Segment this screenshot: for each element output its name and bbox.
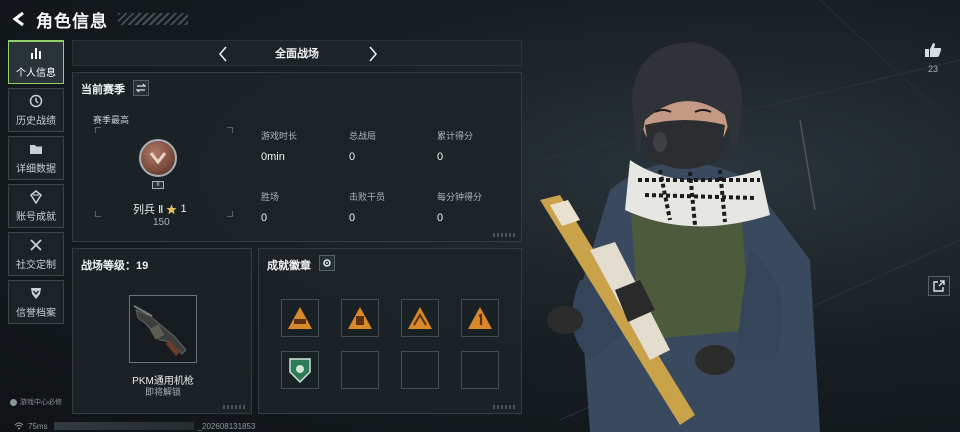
shield-emblem-icon	[289, 358, 311, 384]
wifi-icon	[14, 422, 24, 430]
like-count: 23	[927, 64, 938, 74]
sidebar-item-label: 账号成就	[16, 211, 56, 223]
level-title: 战场等级：19	[81, 260, 149, 272]
rank-name: 列兵 Ⅱ 1	[133, 201, 187, 217]
sidebar: 个人信息 历史战绩 详细数据 账号成就 社交定制 信誉档案	[8, 40, 64, 328]
badge-slot-empty[interactable]	[401, 351, 439, 389]
rank-sub-tier: II	[152, 181, 164, 189]
rank-emblem-icon	[139, 139, 177, 177]
achievement-badges-panel: 成就徽章	[258, 248, 522, 414]
stat-kills: 击败干员 0	[349, 192, 386, 224]
mode-next-button[interactable]	[363, 44, 383, 64]
share-icon	[933, 280, 945, 292]
badges-settings-button[interactable]	[319, 255, 335, 271]
stat-total-score: 累计得分 0	[437, 131, 474, 163]
stat-wins: 胜场 0	[261, 192, 280, 224]
share-button[interactable]	[928, 276, 950, 296]
season-highest-label: 赛季最高	[93, 115, 130, 125]
page-title: 角色信息	[36, 11, 108, 31]
machine-gun-icon	[133, 305, 187, 356]
back-arrow-icon	[12, 11, 24, 27]
weapon-status: 即将解锁	[144, 387, 181, 397]
support-hint[interactable]: 游戏中心必修	[10, 397, 62, 407]
history-clock-icon	[29, 94, 43, 107]
rank-title: 列兵 Ⅱ	[133, 204, 164, 216]
mode-selector: 全面战场	[72, 40, 522, 66]
sidebar-item-credit[interactable]: 信誉档案	[8, 280, 64, 324]
gear-icon	[323, 259, 331, 267]
panel-decoration	[493, 405, 515, 409]
badge-slot-4[interactable]	[461, 299, 499, 337]
rank-score: 150	[153, 217, 170, 228]
battlefield-level-panel: 战场等级：19 PKM通用机枪 即将解锁	[72, 248, 252, 414]
season-panel: 当前赛季 赛季最高 II 列兵 Ⅱ 1 150 游戏时长 0min 总战局 0 累计…	[72, 72, 522, 242]
mode-name: 全面战场	[275, 48, 319, 60]
badge-slot-empty[interactable]	[341, 351, 379, 389]
support-text: 游戏中心必修	[20, 399, 62, 406]
vehicle-badge-icon	[288, 307, 312, 329]
ping-value: 75ms	[28, 421, 48, 431]
folder-icon	[30, 144, 42, 154]
badge-slot-2[interactable]	[341, 299, 379, 337]
sidebar-item-detailed-data[interactable]: 详细数据	[8, 136, 64, 180]
session-id: _202608131853	[197, 421, 256, 431]
panel-decoration	[493, 233, 515, 237]
chevron-left-icon	[218, 46, 227, 62]
season-switch-button[interactable]	[133, 80, 149, 96]
sidebar-item-achievements[interactable]: 账号成就	[8, 184, 64, 228]
sidebar-item-personal-info[interactable]: 个人信息	[8, 40, 64, 84]
stat-score-per-minute: 每分钟得分 0	[437, 192, 483, 224]
mode-prev-button[interactable]	[213, 44, 233, 64]
swap-arrows-icon	[136, 83, 146, 93]
redacted-id	[53, 422, 194, 430]
sidebar-item-label: 详细数据	[16, 163, 56, 175]
weapon-card[interactable]	[129, 295, 197, 363]
star-icon	[166, 204, 178, 214]
wrench-tools-icon	[30, 238, 42, 251]
back-button[interactable]	[8, 8, 30, 30]
rank-stars: 1	[180, 203, 187, 215]
sidebar-item-social[interactable]: 社交定制	[8, 232, 64, 276]
chevron-right-icon	[369, 46, 378, 62]
sidebar-item-history[interactable]: 历史战绩	[8, 88, 64, 132]
bar-chart-icon	[31, 48, 41, 59]
operator-character-image	[540, 42, 820, 432]
stat-total-matches: 总战局 0	[349, 131, 377, 163]
stat-play-time: 游戏时长 0min	[261, 131, 298, 163]
badges-title: 成就徽章	[267, 260, 311, 272]
sidebar-item-label: 个人信息	[16, 68, 56, 79]
badge-slot-1[interactable]	[281, 299, 319, 337]
status-bar: 75ms _202608131853	[14, 420, 255, 432]
badge-slot-empty[interactable]	[461, 351, 499, 389]
rank-one-badge-icon	[468, 307, 492, 329]
thumbs-up-icon	[925, 43, 942, 57]
badge-slot-3[interactable]	[401, 299, 439, 337]
header: 角色信息	[0, 0, 520, 38]
support-icon	[10, 398, 17, 406]
firefight-badge-icon	[408, 307, 432, 329]
sidebar-item-label: 信誉档案	[16, 307, 56, 319]
badge-slot-5[interactable]	[281, 351, 319, 389]
sidebar-item-label: 社交定制	[16, 259, 56, 271]
achievement-crest-icon	[30, 189, 42, 204]
sidebar-item-label: 历史战绩	[16, 115, 56, 127]
title-decoration	[118, 13, 188, 25]
like-button[interactable]	[922, 40, 944, 60]
shield-chevron-icon	[31, 287, 41, 299]
season-title: 当前赛季	[81, 84, 125, 96]
panel-decoration	[223, 405, 245, 409]
tank-badge-icon	[348, 307, 372, 329]
